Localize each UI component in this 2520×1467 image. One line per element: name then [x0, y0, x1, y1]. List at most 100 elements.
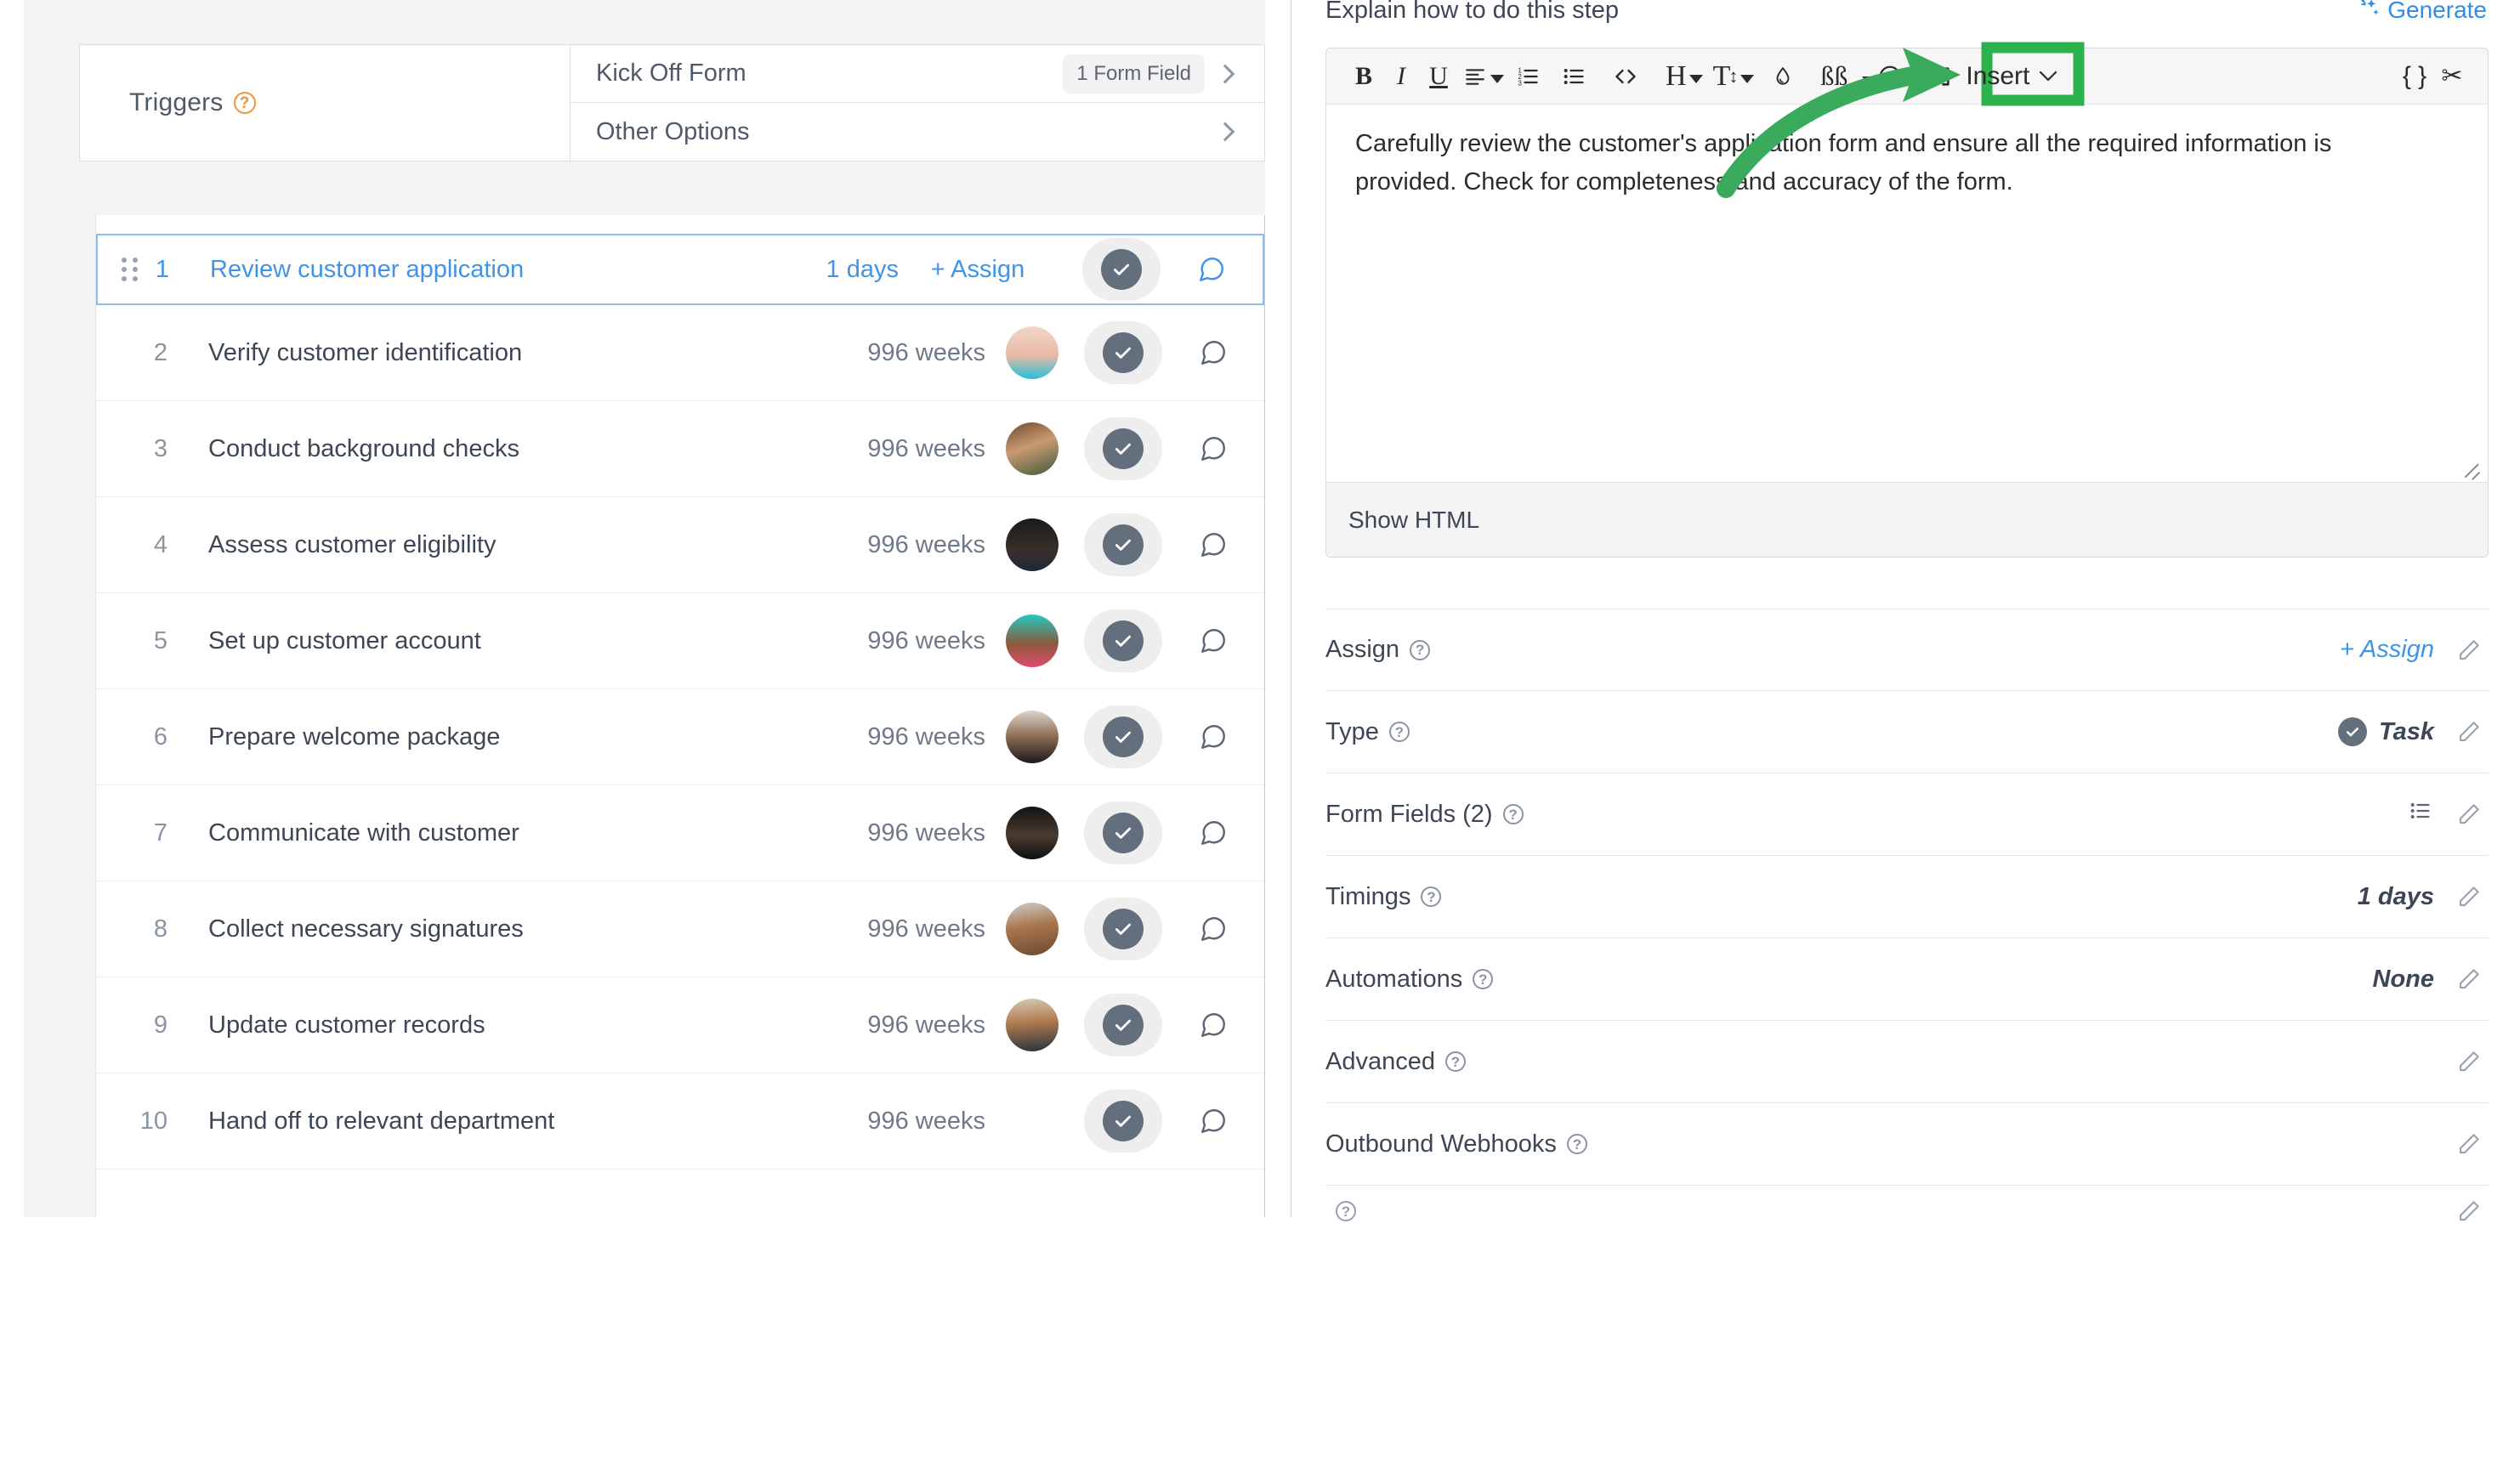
setting-row-advanced[interactable]: Advanced ? [1325, 1021, 2489, 1103]
task-type-toggle[interactable] [1084, 513, 1162, 576]
resize-grip-icon[interactable] [2459, 455, 2481, 477]
task-duration[interactable]: 1 days [686, 256, 899, 284]
comment-icon[interactable] [1162, 1011, 1264, 1039]
task-duration[interactable]: 996 weeks [773, 435, 985, 463]
task-type-toggle[interactable] [1082, 238, 1161, 301]
trigger-row-kick-off-form[interactable]: Kick Off Form 1 Form Field [570, 45, 1264, 103]
question-mark-icon[interactable]: ? [233, 92, 256, 114]
quote-icon[interactable]: ßß [1815, 55, 1853, 98]
ordered-list-icon[interactable]: 1 2 3 [1509, 55, 1547, 98]
table-row[interactable]: 2 Verify customer identification 996 wee… [96, 305, 1264, 401]
edit-pencil-icon[interactable] [2449, 884, 2489, 909]
task-type-toggle[interactable] [1084, 321, 1162, 384]
task-title[interactable]: Set up customer account [208, 627, 773, 655]
avatar[interactable] [1006, 903, 1059, 955]
task-title[interactable]: Review customer application [210, 256, 686, 284]
setting-row-outbound-webhooks[interactable]: Outbound Webhooks ? [1325, 1103, 2489, 1186]
table-row[interactable]: 4 Assess customer eligibility 996 weeks [96, 497, 1264, 593]
comment-icon[interactable] [1162, 626, 1264, 655]
table-row[interactable]: 1 Review customer application 1 days + A… [96, 234, 1264, 305]
avatar[interactable] [1006, 615, 1059, 667]
setting-row-form-fields[interactable]: Form Fields (2) ? [1325, 773, 2489, 856]
show-html-button[interactable]: Show HTML [1348, 507, 1479, 534]
table-row[interactable]: 9 Update customer records 996 weeks [96, 977, 1264, 1073]
task-type-toggle[interactable] [1084, 1090, 1162, 1153]
edit-pencil-icon[interactable] [2449, 1049, 2489, 1074]
generate-button[interactable]: Generate [2358, 0, 2487, 25]
avatar[interactable] [1006, 422, 1059, 475]
comment-icon[interactable] [1161, 255, 1263, 284]
snippet-icon[interactable]: ✂ [2433, 55, 2471, 98]
task-title[interactable]: Collect necessary signatures [208, 915, 773, 943]
avatar[interactable] [1006, 711, 1059, 763]
trigger-row-other-options[interactable]: Other Options [570, 103, 1264, 161]
task-duration[interactable]: 996 weeks [773, 1107, 985, 1136]
task-type-toggle[interactable] [1084, 417, 1162, 480]
comment-icon[interactable] [1162, 722, 1264, 751]
task-title[interactable]: Update customer records [208, 1011, 773, 1039]
table-row[interactable]: 8 Collect necessary signatures 996 weeks [96, 881, 1264, 977]
comment-icon[interactable] [1162, 434, 1264, 463]
italic-icon[interactable]: I [1382, 55, 1420, 98]
task-duration[interactable]: 996 weeks [773, 1011, 985, 1039]
question-mark-icon[interactable]: ? [1502, 804, 1524, 824]
avatar[interactable] [1006, 999, 1059, 1051]
task-type-toggle[interactable] [1084, 898, 1162, 960]
table-row[interactable]: 10 Hand off to relevant department 996 w… [96, 1073, 1264, 1170]
align-icon[interactable] [1457, 55, 1509, 98]
comment-icon[interactable] [1162, 530, 1264, 559]
task-duration[interactable]: 996 weeks [773, 915, 985, 943]
editor-text[interactable]: Carefully review the customer's applicat… [1355, 125, 2426, 201]
task-title[interactable]: Verify customer identification [208, 339, 773, 367]
edit-pencil-icon[interactable] [2449, 801, 2489, 827]
task-type-toggle[interactable] [1084, 705, 1162, 768]
comment-icon[interactable] [1162, 818, 1264, 847]
task-duration[interactable]: 996 weeks [773, 723, 985, 751]
table-row[interactable]: 7 Communicate with customer 996 weeks [96, 785, 1264, 881]
edit-pencil-icon[interactable] [2449, 966, 2489, 992]
underline-icon[interactable]: U [1420, 55, 1457, 98]
list-icon[interactable] [2407, 799, 2434, 830]
task-title[interactable]: Conduct background checks [208, 435, 773, 463]
setting-row-type[interactable]: Type ? Task [1325, 691, 2489, 773]
edit-pencil-icon[interactable] [2449, 1198, 2489, 1224]
task-duration[interactable]: 996 weeks [773, 531, 985, 559]
heading-icon[interactable]: H [1660, 55, 1708, 98]
table-row[interactable]: 3 Conduct background checks 996 weeks [96, 401, 1264, 497]
drag-handle-icon[interactable] [122, 258, 139, 281]
task-title[interactable]: Prepare welcome package [208, 723, 773, 751]
task-title[interactable]: Assess customer eligibility [208, 531, 773, 559]
task-title[interactable]: Hand off to relevant department [208, 1107, 773, 1136]
fullscreen-icon[interactable] [1921, 55, 1959, 98]
table-row[interactable]: 6 Prepare welcome package 996 weeks [96, 689, 1264, 785]
task-duration[interactable]: 996 weeks [773, 339, 985, 367]
table-row[interactable]: 5 Set up customer account 996 weeks [96, 593, 1264, 689]
bold-icon[interactable]: B [1345, 55, 1382, 98]
merge-field-icon[interactable]: { } [2396, 55, 2433, 98]
edit-pencil-icon[interactable] [2449, 719, 2489, 745]
task-type-toggle[interactable] [1084, 609, 1162, 672]
comment-icon[interactable] [1162, 915, 1264, 943]
avatar[interactable] [1006, 807, 1059, 859]
edit-pencil-icon[interactable] [2449, 637, 2489, 663]
question-mark-icon[interactable]: ? [1473, 969, 1494, 989]
task-duration[interactable]: 996 weeks [773, 819, 985, 847]
task-type-toggle[interactable] [1084, 994, 1162, 1056]
avatar[interactable] [1006, 518, 1059, 571]
comment-icon[interactable] [1162, 1107, 1264, 1136]
question-mark-icon[interactable]: ? [1410, 639, 1431, 660]
question-mark-icon[interactable]: ? [1421, 886, 1442, 907]
setting-row-partial[interactable]: ? [1325, 1186, 2489, 1237]
question-mark-icon[interactable]: ? [1566, 1134, 1587, 1154]
task-type-toggle[interactable] [1084, 801, 1162, 864]
emoji-icon[interactable] [1854, 55, 1908, 98]
question-mark-icon[interactable]: ? [1388, 722, 1410, 742]
avatar[interactable] [1006, 326, 1059, 379]
task-title[interactable]: Communicate with customer [208, 819, 773, 847]
question-mark-icon[interactable]: ? [1336, 1201, 1356, 1221]
text-color-icon[interactable] [1764, 55, 1802, 98]
question-mark-icon[interactable]: ? [1445, 1051, 1466, 1072]
setting-row-assign[interactable]: Assign ? + Assign [1325, 609, 2489, 691]
assign-link[interactable]: + Assign [899, 256, 1057, 284]
font-size-icon[interactable]: T ↕ [1708, 55, 1760, 98]
